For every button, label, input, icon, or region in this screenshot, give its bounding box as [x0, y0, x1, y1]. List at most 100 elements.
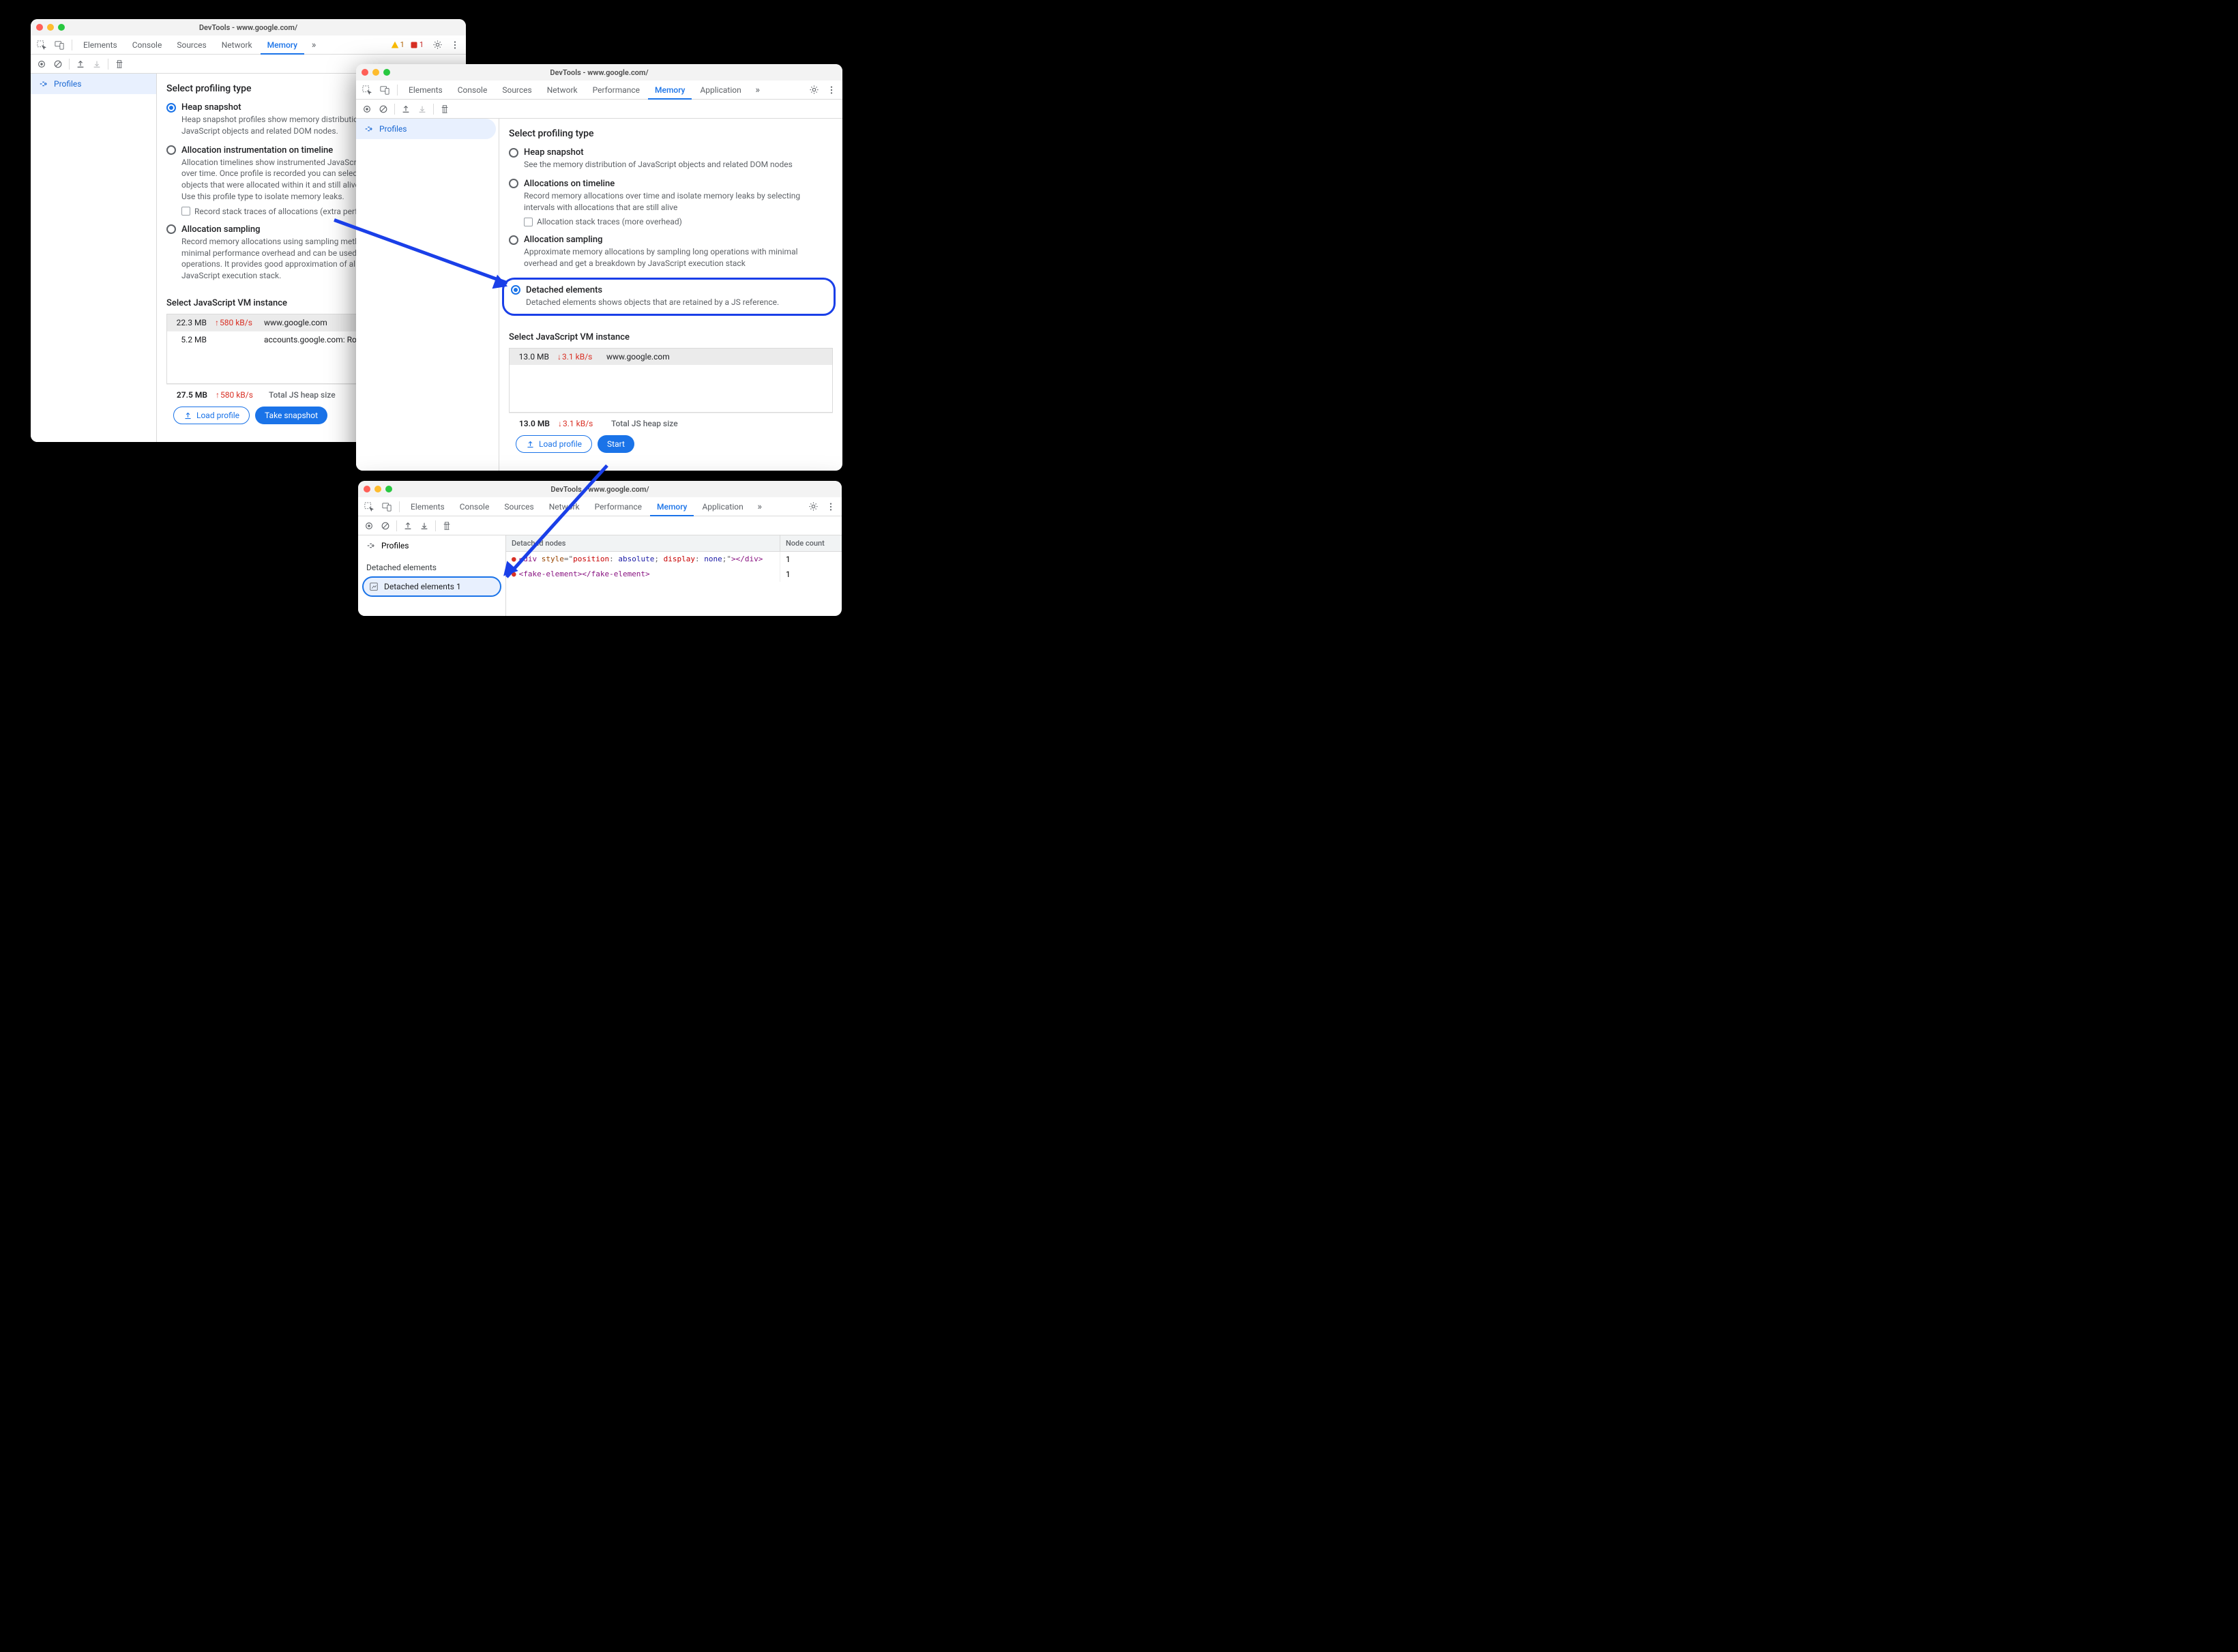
- sidebar-item-profiles[interactable]: Profiles: [356, 119, 496, 139]
- device-icon[interactable]: [377, 82, 393, 98]
- radio-icon[interactable]: [166, 145, 176, 155]
- vm-row[interactable]: 13.0 MB ↓3.1 kB/s www.google.com: [510, 349, 832, 365]
- clear-icon[interactable]: [375, 101, 392, 117]
- close-icon[interactable]: [364, 486, 370, 492]
- tab-network[interactable]: Network: [540, 80, 585, 100]
- tab-memory[interactable]: Memory: [648, 80, 692, 100]
- radio-icon[interactable]: [509, 235, 518, 245]
- tab-memory[interactable]: Memory: [261, 35, 304, 55]
- result-row[interactable]: ●<fake-element></fake-element> 1: [506, 567, 842, 582]
- radio-icon[interactable]: [511, 285, 520, 295]
- tab-network[interactable]: Network: [215, 35, 259, 55]
- clear-icon[interactable]: [377, 518, 394, 534]
- settings-icon[interactable]: [805, 499, 821, 515]
- tab-sources[interactable]: Sources: [495, 80, 538, 100]
- tab-console[interactable]: Console: [451, 80, 495, 100]
- kebab-icon[interactable]: [823, 499, 839, 515]
- column-header-nodes[interactable]: Detached nodes: [506, 535, 780, 551]
- maximize-icon[interactable]: [383, 69, 390, 76]
- result-row[interactable]: ●<div style="position: absolute; display…: [506, 552, 842, 567]
- upload-icon[interactable]: [400, 518, 416, 534]
- minimize-icon[interactable]: [372, 69, 379, 76]
- tab-elements[interactable]: Elements: [76, 35, 124, 55]
- settings-icon[interactable]: [806, 82, 822, 98]
- record-icon[interactable]: [361, 518, 377, 534]
- sidebar-item-profiles[interactable]: Profiles: [358, 535, 505, 556]
- inspect-icon[interactable]: [361, 499, 377, 515]
- record-icon[interactable]: [33, 56, 50, 72]
- maximize-icon[interactable]: [385, 486, 392, 492]
- clear-icon[interactable]: [50, 56, 66, 72]
- device-icon[interactable]: [379, 499, 395, 515]
- option-allocation-sampling[interactable]: Allocation sampling Approximate memory a…: [509, 235, 833, 269]
- download-icon[interactable]: [416, 518, 432, 534]
- vm-rate: ↓3.1 kB/s: [557, 352, 598, 362]
- take-snapshot-button[interactable]: Take snapshot: [255, 407, 327, 424]
- option-description: See the memory distribution of JavaScrip…: [524, 159, 833, 171]
- tab-application[interactable]: Application: [693, 80, 748, 100]
- footer-totals: 13.0 MB ↓3.1 kB/s Total JS heap size: [509, 413, 833, 431]
- tab-elements[interactable]: Elements: [402, 80, 450, 100]
- option-detached-elements[interactable]: Detached elements Detached elements show…: [502, 278, 836, 316]
- download-icon[interactable]: [414, 101, 430, 117]
- tab-elements[interactable]: Elements: [404, 497, 452, 516]
- kebab-icon[interactable]: [447, 37, 463, 53]
- radio-icon[interactable]: [166, 103, 176, 113]
- inspect-icon[interactable]: [33, 37, 50, 53]
- inspect-icon[interactable]: [359, 82, 375, 98]
- tab-console[interactable]: Console: [126, 35, 169, 55]
- radio-icon[interactable]: [166, 224, 176, 234]
- tab-sources[interactable]: Sources: [170, 35, 213, 55]
- option-label: Detached elements: [526, 285, 602, 295]
- total-size: 27.5 MB: [173, 390, 207, 400]
- tab-sources[interactable]: Sources: [497, 497, 540, 516]
- option-heap-snapshot[interactable]: Heap snapshot See the memory distributio…: [509, 147, 833, 171]
- minimize-icon[interactable]: [374, 486, 381, 492]
- option-allocations-timeline[interactable]: Allocations on timeline Record memory al…: [509, 179, 833, 227]
- warning-badge[interactable]: 1: [391, 40, 404, 49]
- close-icon[interactable]: [362, 69, 368, 76]
- more-tabs-icon[interactable]: »: [750, 82, 766, 98]
- maximize-icon[interactable]: [58, 24, 65, 31]
- load-profile-button[interactable]: Load profile: [173, 407, 250, 424]
- traffic-lights[interactable]: [362, 69, 390, 76]
- detached-node-html: ●<div style="position: absolute; display…: [506, 552, 780, 567]
- device-icon[interactable]: [51, 37, 68, 53]
- minimize-icon[interactable]: [47, 24, 54, 31]
- column-header-count[interactable]: Node count: [780, 535, 842, 551]
- checkbox-icon[interactable]: [524, 218, 533, 226]
- vm-rate: ↑580 kB/s: [215, 318, 256, 327]
- load-profile-button[interactable]: Load profile: [516, 435, 592, 453]
- more-tabs-icon[interactable]: »: [752, 499, 768, 515]
- radio-icon[interactable]: [509, 179, 518, 188]
- traffic-lights[interactable]: [36, 24, 65, 31]
- checkbox-icon[interactable]: [181, 207, 190, 216]
- gc-icon[interactable]: [437, 101, 453, 117]
- record-icon[interactable]: [359, 101, 375, 117]
- sidebar-item-profiles[interactable]: Profiles: [31, 74, 156, 94]
- option-description: Record memory allocations over time and …: [524, 190, 833, 213]
- option-label: Heap snapshot: [524, 147, 584, 158]
- tab-application[interactable]: Application: [695, 497, 750, 516]
- sidebar-item-detached-1[interactable]: Detached elements 1: [362, 576, 501, 597]
- checkbox-label: Allocation stack traces (more overhead): [537, 217, 682, 226]
- upload-icon[interactable]: [72, 56, 89, 72]
- close-icon[interactable]: [36, 24, 43, 31]
- tab-performance[interactable]: Performance: [588, 497, 649, 516]
- tab-memory[interactable]: Memory: [650, 497, 694, 516]
- checkbox-allocation-stack-traces[interactable]: Allocation stack traces (more overhead): [524, 217, 833, 226]
- more-tabs-icon[interactable]: »: [306, 37, 322, 53]
- error-badge[interactable]: 1: [410, 40, 424, 49]
- start-button[interactable]: Start: [598, 435, 634, 453]
- tab-performance[interactable]: Performance: [586, 80, 647, 100]
- tab-console[interactable]: Console: [453, 497, 497, 516]
- gc-icon[interactable]: [439, 518, 455, 534]
- settings-icon[interactable]: [429, 37, 445, 53]
- upload-icon[interactable]: [398, 101, 414, 117]
- tabbar: Elements Console Sources Network Perform…: [358, 497, 842, 516]
- kebab-icon[interactable]: [823, 82, 840, 98]
- radio-icon[interactable]: [509, 148, 518, 158]
- traffic-lights[interactable]: [364, 486, 392, 492]
- gc-icon[interactable]: [111, 56, 128, 72]
- download-icon[interactable]: [89, 56, 105, 72]
